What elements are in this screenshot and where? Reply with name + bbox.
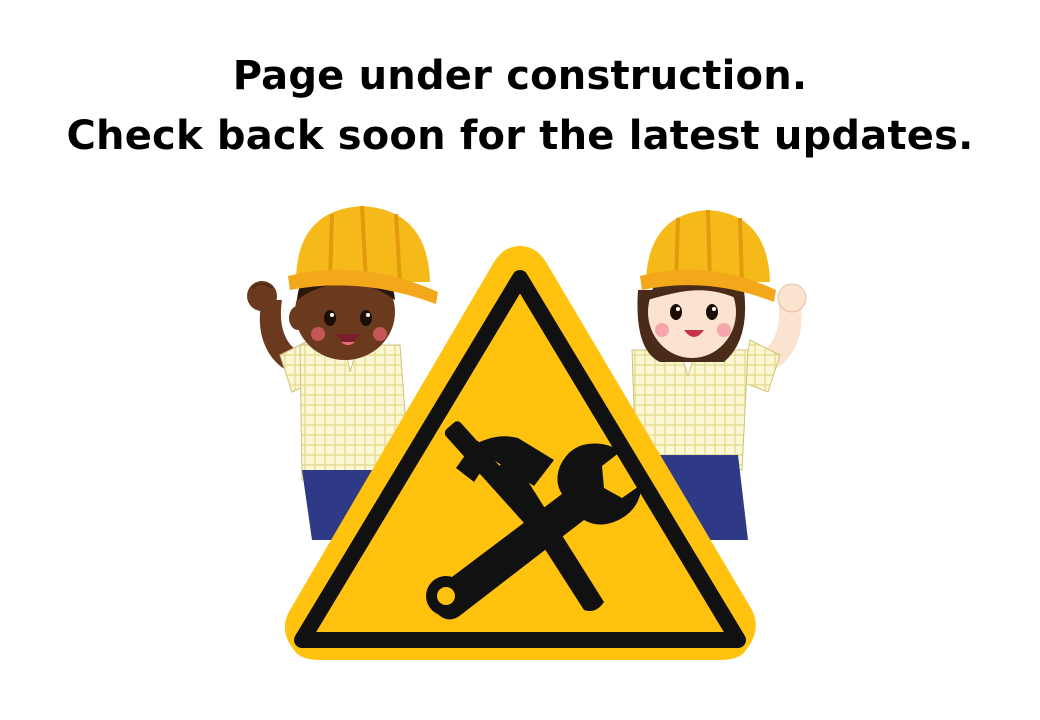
construction-illustration [247,205,807,660]
construction-page: Page under construction. Check back soon… [0,0,1040,720]
